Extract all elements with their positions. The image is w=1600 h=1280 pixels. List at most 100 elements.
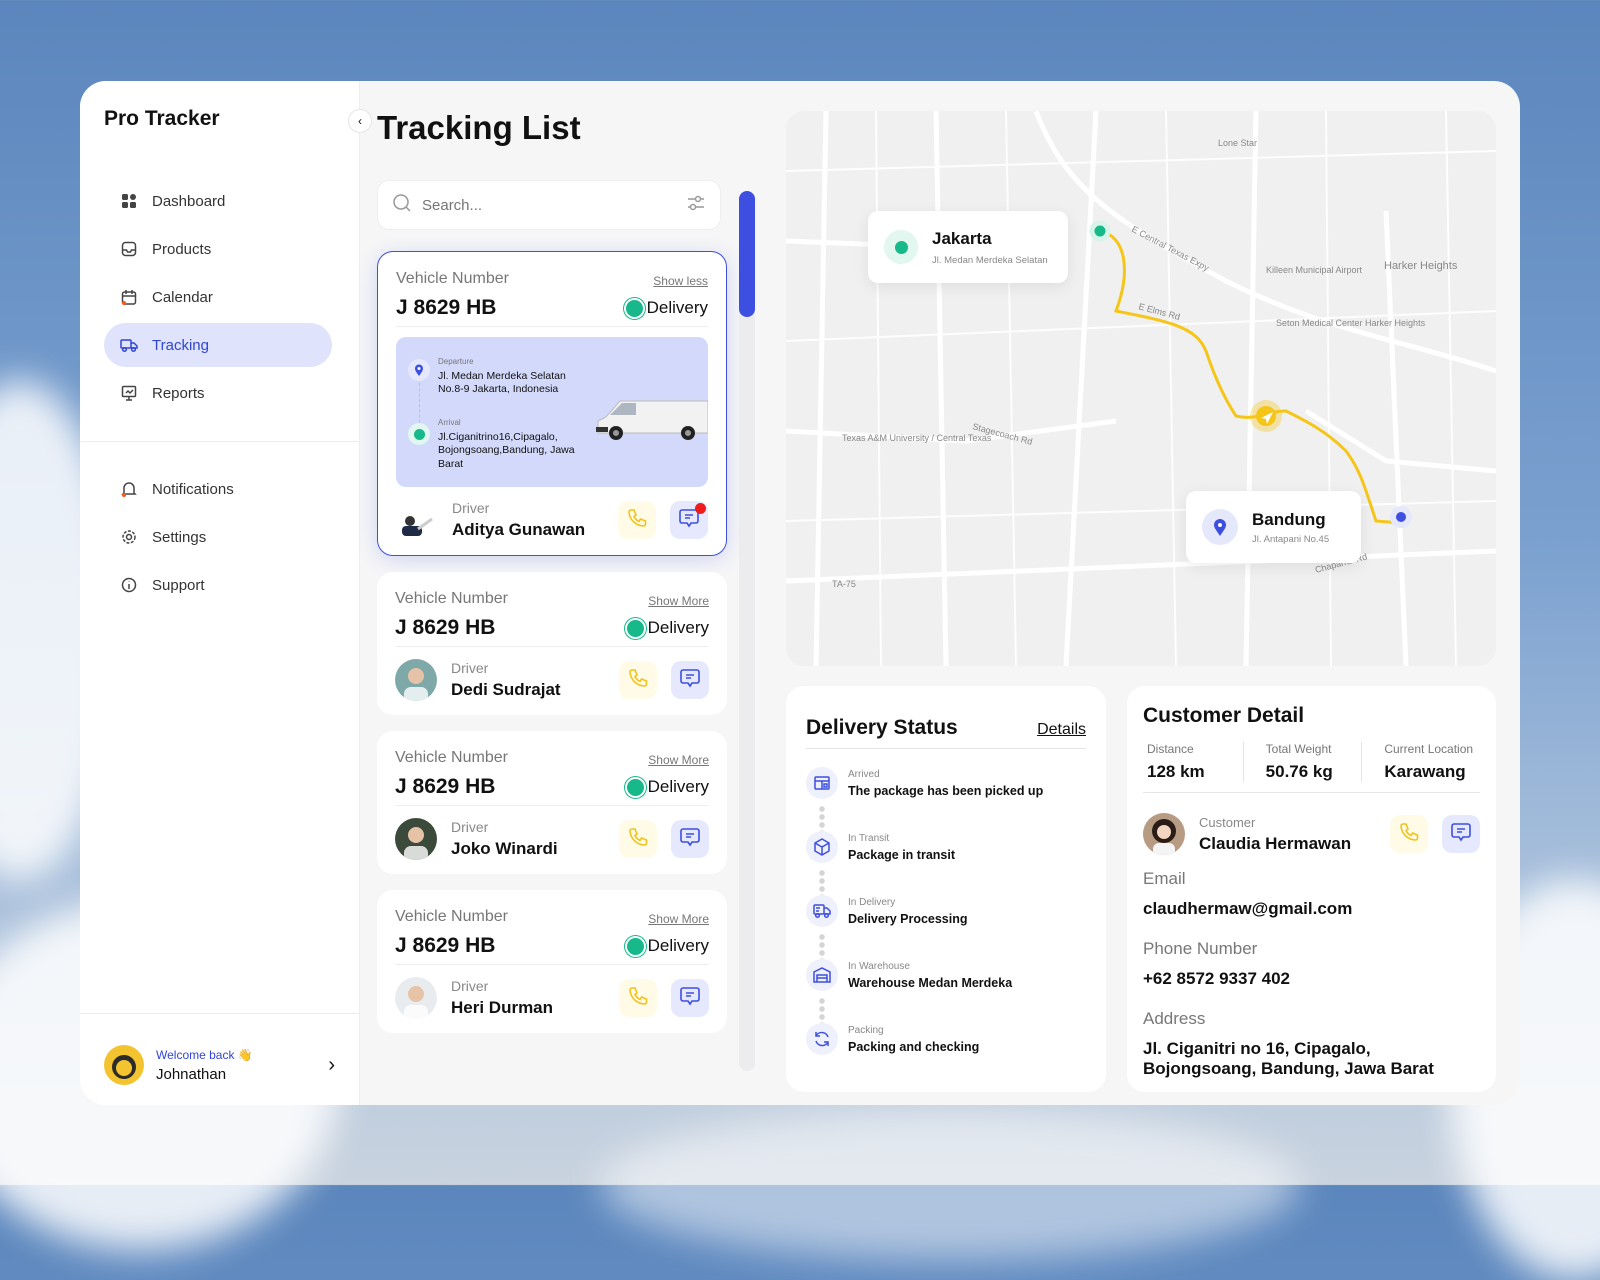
status-text: Delivery (647, 936, 709, 955)
gear-icon (120, 528, 138, 546)
stat-value: 128 km (1147, 762, 1205, 781)
driver-avatar (396, 499, 438, 541)
status-badge: Delivery (626, 618, 709, 638)
list-scrollbar[interactable] (739, 191, 755, 1071)
customer-avatar (1143, 813, 1185, 855)
status-dot-icon (626, 937, 644, 955)
show-more-link[interactable]: Show More (648, 912, 709, 926)
step-label: In Transit (848, 833, 890, 844)
status-dot-icon (625, 299, 643, 317)
collapse-sidebar-button[interactable]: ‹ (348, 109, 372, 133)
driver-name: Joko Winardi (451, 839, 558, 858)
refresh-icon (806, 1023, 838, 1055)
status-step: In Warehouse Warehouse Medan Merdeka (806, 959, 1086, 1023)
driver-label: Driver (451, 660, 489, 676)
timeline-dots (819, 997, 825, 1023)
stat-label: Distance (1147, 742, 1194, 756)
phone-icon (627, 667, 649, 694)
divider (80, 441, 359, 442)
details-link[interactable]: Details (1037, 721, 1086, 739)
phone-icon (627, 826, 649, 853)
sidebar-item-support[interactable]: Support (104, 563, 332, 607)
app-window: Pro Tracker ‹ Dashboard Products Calenda… (80, 81, 1520, 1105)
chat-icon (679, 985, 701, 1012)
step-label: In Delivery (848, 897, 896, 908)
stat-label: Current Location (1384, 742, 1474, 756)
vehicle-card[interactable]: Vehicle Number Show less J 8629 HB Delive… (377, 251, 727, 556)
call-driver-button[interactable] (619, 661, 657, 699)
chevron-right-icon[interactable]: › (328, 1054, 335, 1077)
vehicle-card[interactable]: Vehicle Number Show More J 8629 HB Delive… (377, 572, 727, 715)
show-less-link[interactable]: Show less (653, 274, 708, 288)
divider (80, 1013, 359, 1014)
driver-avatar (395, 977, 437, 1019)
main-nav: Dashboard Products Calendar Tracking Rep… (104, 179, 332, 419)
sidebar-item-calendar[interactable]: Calendar (104, 275, 332, 319)
sidebar-item-tracking[interactable]: Tracking (104, 323, 332, 367)
presentation-icon (120, 384, 138, 402)
status-text: Delivery (646, 298, 708, 317)
step-text: Delivery Processing (848, 912, 968, 926)
destination-address: Jl. Antapani No.45 (1252, 533, 1330, 545)
driver-label: Driver (452, 500, 490, 516)
message-driver-button[interactable] (671, 820, 709, 858)
secondary-nav: Notifications Settings Support (104, 467, 332, 611)
main-content: Tracking List Vehicle Number Show less J… (360, 81, 1520, 1105)
sidebar-item-settings[interactable]: Settings (104, 515, 332, 559)
map-view[interactable]: Harker Heights Killeen Municipal Airport… (786, 111, 1496, 666)
map-label: TA-75 (832, 579, 856, 589)
status-step: Arrived The package has been picked up (806, 767, 1086, 831)
message-driver-button[interactable] (671, 661, 709, 699)
vehicle-card[interactable]: Vehicle Number Show More J 8629 HB Delive… (377, 890, 727, 1033)
driver-avatar (395, 818, 437, 860)
sidebar: Pro Tracker ‹ Dashboard Products Calenda… (80, 81, 372, 1105)
sidebar-item-label: Calendar (152, 288, 213, 306)
status-dot-icon (626, 778, 644, 796)
filter-icon[interactable] (686, 193, 706, 218)
app-logo: Pro Tracker (104, 107, 220, 130)
map-label: E Elms Rd (1137, 301, 1181, 322)
bell-icon (120, 480, 138, 498)
sidebar-item-label: Products (152, 240, 212, 258)
show-more-link[interactable]: Show More (648, 594, 709, 608)
sidebar-item-products[interactable]: Products (104, 227, 332, 271)
map-label: Harker Heights (1384, 260, 1458, 272)
destination-popup[interactable]: Bandung Jl. Antapani No.45 (1186, 491, 1361, 563)
scrollbar-thumb[interactable] (739, 191, 755, 317)
call-driver-button[interactable] (619, 979, 657, 1017)
sidebar-item-label: Dashboard (152, 192, 226, 210)
search-input[interactable] (422, 196, 676, 214)
sidebar-item-label: Settings (152, 528, 207, 546)
delivery-status-card: Delivery Status Details Arrived The packa… (786, 686, 1106, 1092)
vehicle-number: J 8629 HB (395, 616, 496, 639)
customer-detail-card: Customer Detail Distance 128 km Total Wei… (1127, 686, 1496, 1092)
call-driver-button[interactable] (619, 820, 657, 858)
driver-name: Aditya Gunawan (452, 520, 586, 539)
address-label: Address (1143, 1009, 1206, 1028)
sidebar-item-label: Notifications (152, 480, 234, 498)
vehicle-card[interactable]: Vehicle Number Show More J 8629 HB Delive… (377, 731, 727, 874)
map-label: Killeen Municipal Airport (1266, 265, 1363, 275)
calendar-icon (120, 288, 138, 306)
origin-popup[interactable]: Jakarta Jl. Medan Merdeka Selatan (868, 211, 1068, 283)
message-driver-button[interactable] (670, 501, 708, 539)
call-driver-button[interactable] (618, 501, 656, 539)
departure-label: Departure (438, 357, 474, 366)
sidebar-item-notifications[interactable]: Notifications (104, 467, 332, 511)
message-driver-button[interactable] (671, 979, 709, 1017)
truck-icon (806, 895, 838, 927)
route-line (419, 383, 420, 423)
vehicle-list: Vehicle Number Show less J 8629 HB Delive… (377, 251, 727, 1049)
sidebar-item-dashboard[interactable]: Dashboard (104, 179, 332, 223)
call-customer-button[interactable] (1390, 815, 1428, 853)
customer-detail-title: Customer Detail (1143, 704, 1305, 727)
status-timeline: Arrived The package has been picked up In… (806, 767, 1086, 1087)
message-customer-button[interactable] (1442, 815, 1480, 853)
user-profile[interactable]: Welcome back 👋 Johnathan › (104, 1045, 335, 1085)
status-step: Packing Packing and checking (806, 1023, 1086, 1087)
show-more-link[interactable]: Show More (648, 753, 709, 767)
sidebar-item-reports[interactable]: Reports (104, 371, 332, 415)
sidebar-item-label: Support (152, 576, 205, 594)
step-label: In Warehouse (848, 961, 910, 972)
vehicle-number: J 8629 HB (395, 934, 496, 957)
